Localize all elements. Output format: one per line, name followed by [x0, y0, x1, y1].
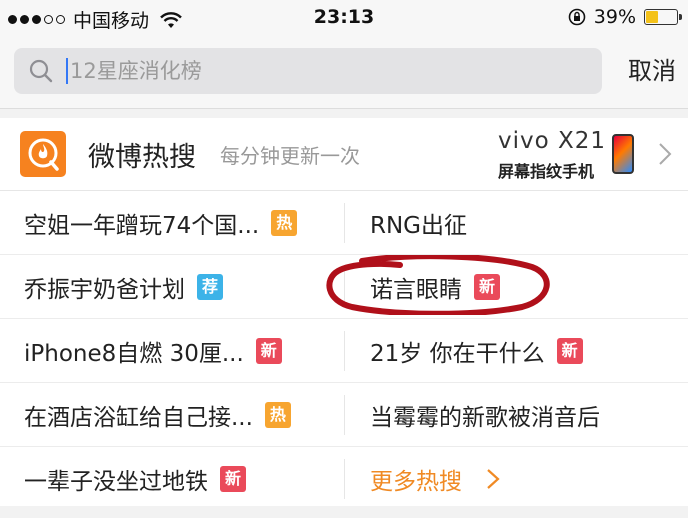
table-row: 空姐一年蹭玩74个国... 热 RNG出征 — [0, 191, 688, 255]
hot-item[interactable]: 诺言眼睛新 — [370, 255, 670, 318]
search-icon — [29, 59, 53, 83]
divider — [344, 459, 345, 499]
item-text: iPhone8自燃 30厘... — [24, 340, 244, 367]
divider — [344, 395, 345, 435]
cancel-button[interactable]: 取消 — [628, 48, 676, 94]
ad-brand: vivo X21 — [498, 128, 607, 154]
item-text: 一辈子没坐过地铁 — [24, 468, 208, 495]
item-text: 在酒店浴缸给自己接... — [24, 404, 253, 431]
divider — [344, 203, 345, 243]
search-field[interactable]: 12星座消化榜 — [14, 48, 602, 94]
recommend-badge: 荐 — [197, 273, 223, 300]
divider — [344, 331, 345, 371]
battery-percent: 39% — [593, 6, 636, 28]
ad-banner[interactable]: vivo X21 屏幕指纹手机 — [496, 128, 646, 181]
item-text: 21岁 你在干什么 — [370, 340, 545, 367]
search-input-placeholder[interactable]: 12星座消化榜 — [70, 48, 202, 94]
new-badge: 新 — [474, 273, 500, 300]
item-text: 诺言眼睛 — [370, 276, 462, 303]
hot-item[interactable]: iPhone8自燃 30厘... 新 — [24, 319, 334, 382]
item-text: 空姐一年蹭玩74个国... — [24, 212, 260, 239]
table-row: 乔振宇奶爸计划荐 诺言眼睛新 — [0, 255, 688, 319]
phone-image — [612, 134, 634, 174]
hot-item[interactable]: 在酒店浴缸给自己接... 热 — [24, 383, 334, 446]
new-badge: 新 — [556, 337, 583, 364]
item-text: 乔振宇奶爸计划 — [24, 276, 185, 303]
hot-item[interactable]: 空姐一年蹭玩74个国... 热 — [24, 191, 334, 254]
more-link-text: 更多热搜 — [370, 468, 462, 495]
card-subtitle: 每分钟更新一次 — [220, 144, 360, 168]
hot-item[interactable]: 一辈子没坐过地铁新 — [24, 447, 334, 510]
hot-item[interactable]: 21岁 你在干什么新 — [370, 319, 670, 382]
item-text: RNG出征 — [370, 212, 468, 239]
ad-tagline: 屏幕指纹手机 — [498, 162, 595, 181]
search-bar: 12星座消化榜 取消 — [0, 36, 688, 109]
card-header[interactable]: 微博热搜 每分钟更新一次 vivo X21 屏幕指纹手机 — [0, 118, 688, 191]
divider — [344, 267, 345, 307]
hot-search-grid: 空姐一年蹭玩74个国... 热 RNG出征 乔振宇奶爸计划荐 诺言眼睛新 iPho… — [0, 191, 688, 510]
hot-badge: 热 — [264, 401, 291, 428]
hot-search-card: 微博热搜 每分钟更新一次 vivo X21 屏幕指纹手机 空姐一年蹭玩74个国.… — [0, 118, 688, 506]
table-row: iPhone8自燃 30厘... 新 21岁 你在干什么新 — [0, 319, 688, 383]
status-bar: 中国移动 23:13 39% — [0, 0, 688, 36]
chevron-right-icon[interactable] — [658, 142, 672, 166]
hot-badge: 热 — [271, 209, 298, 236]
hot-item[interactable]: 乔振宇奶爸计划荐 — [24, 255, 334, 318]
status-right: 39% — [568, 6, 682, 28]
table-row: 一辈子没坐过地铁新 更多热搜 — [0, 447, 688, 510]
text-cursor — [66, 58, 68, 84]
new-badge: 新 — [220, 465, 246, 492]
hot-item[interactable]: 当霉霉的新歌被消音后 — [370, 383, 670, 446]
card-title: 微博热搜 — [88, 142, 196, 173]
item-text: 当霉霉的新歌被消音后 — [370, 404, 600, 431]
battery-icon — [644, 9, 682, 25]
more-hot-search-link[interactable]: 更多热搜 — [370, 447, 670, 510]
table-row: 在酒店浴缸给自己接... 热 当霉霉的新歌被消音后 — [0, 383, 688, 447]
chevron-right-icon — [487, 468, 500, 489]
new-badge: 新 — [255, 337, 282, 364]
rotation-lock-icon — [568, 8, 586, 26]
hot-item[interactable]: RNG出征 — [370, 191, 670, 254]
hot-search-icon — [20, 131, 66, 177]
